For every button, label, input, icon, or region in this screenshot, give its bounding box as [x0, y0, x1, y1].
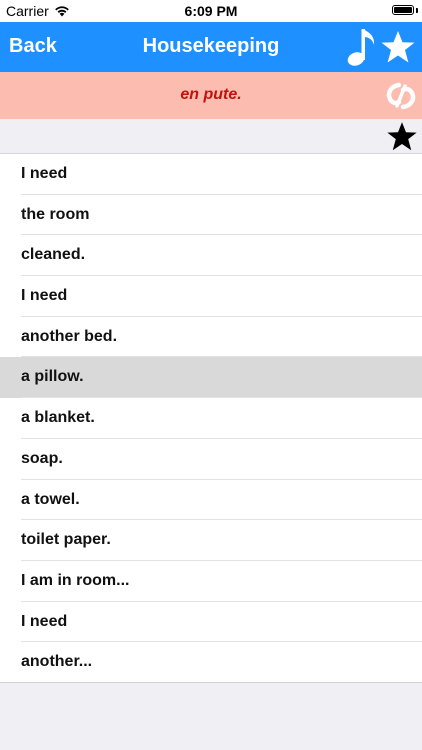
phrase-list: I need the room cleaned. I need another … [0, 154, 422, 683]
list-item[interactable]: another bed. [0, 316, 422, 358]
list-item[interactable]: I need [0, 276, 422, 317]
list-item-selected[interactable]: a pillow. [0, 357, 422, 399]
list-item[interactable]: the room [0, 194, 422, 236]
favorites-row [0, 119, 422, 154]
status-time: 6:09 PM [184, 3, 238, 19]
battery-tip [416, 8, 418, 13]
battery-level [394, 7, 412, 13]
star-icon[interactable] [380, 30, 416, 64]
status-bar: Carrier 6:09 PM [0, 0, 422, 22]
app-logo-icon[interactable] [385, 80, 417, 112]
list-item[interactable]: I need [0, 154, 422, 195]
navigation-bar: Back Housekeeping [0, 22, 422, 72]
list-item[interactable]: another... [0, 642, 422, 683]
list-item[interactable]: a blanket. [0, 398, 422, 439]
star-icon[interactable] [386, 121, 418, 152]
phrase-translation: en pute. [180, 86, 242, 103]
list-item[interactable]: toilet paper. [0, 520, 422, 561]
list-item[interactable]: soap. [0, 438, 422, 480]
list-item[interactable]: cleaned. [0, 235, 422, 277]
music-note-icon[interactable] [346, 26, 378, 68]
list-item[interactable]: I am in room... [0, 560, 422, 602]
list-item[interactable]: I need [0, 601, 422, 643]
battery-icon [392, 5, 414, 15]
phrase-banner: en pute. [0, 72, 422, 119]
list-item[interactable]: a towel. [0, 479, 422, 521]
